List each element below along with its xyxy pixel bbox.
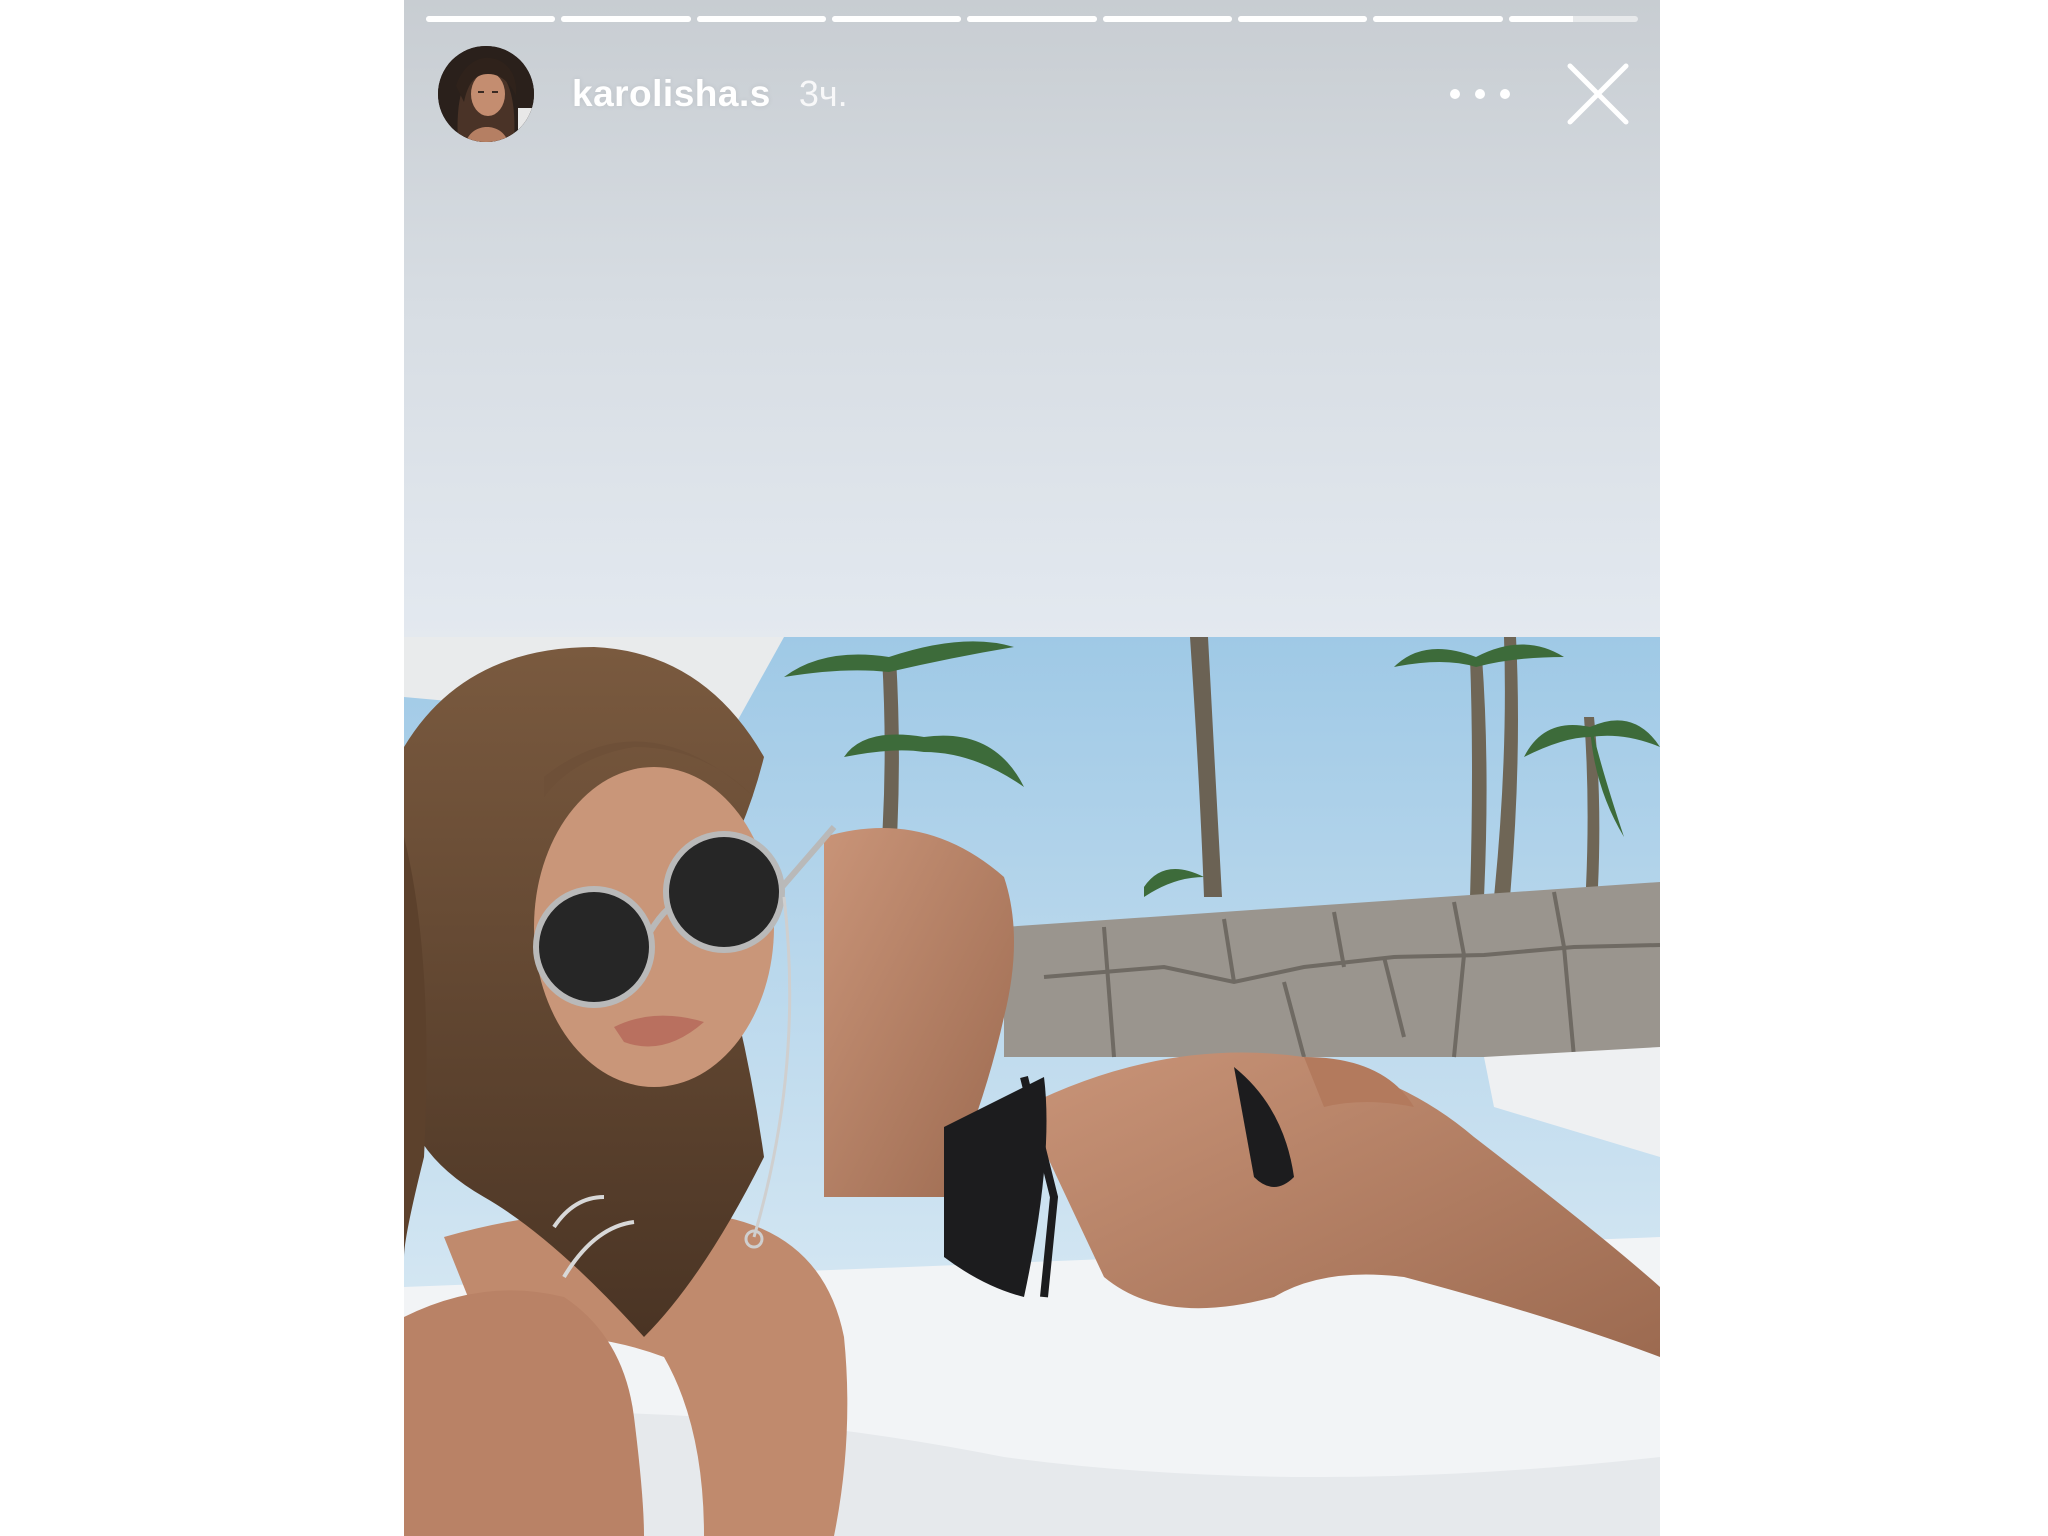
story-progress-segment (696, 16, 826, 22)
story-progress-segment (426, 16, 556, 22)
story-progress-segment (561, 16, 691, 22)
close-icon[interactable] (1566, 62, 1630, 126)
story-progress-segment (1237, 16, 1368, 22)
username[interactable]: karolisha.s (572, 73, 771, 115)
story-progress-segment (967, 16, 1097, 22)
story-progress-segment (1373, 16, 1503, 22)
story-progress-segment (1102, 16, 1232, 22)
avatar[interactable] (438, 46, 534, 142)
story-timestamp: 3ч. (798, 73, 848, 114)
story-viewer[interactable]: karolisha.s 3ч. (404, 0, 1660, 1536)
story-photo (404, 637, 1660, 1536)
story-progress-bar (426, 16, 1638, 22)
ellipsis-icon[interactable] (1450, 74, 1510, 114)
story-header: karolisha.s 3ч. (438, 46, 1630, 142)
story-progress-segment (831, 16, 962, 22)
story-progress-segment (1508, 16, 1638, 22)
